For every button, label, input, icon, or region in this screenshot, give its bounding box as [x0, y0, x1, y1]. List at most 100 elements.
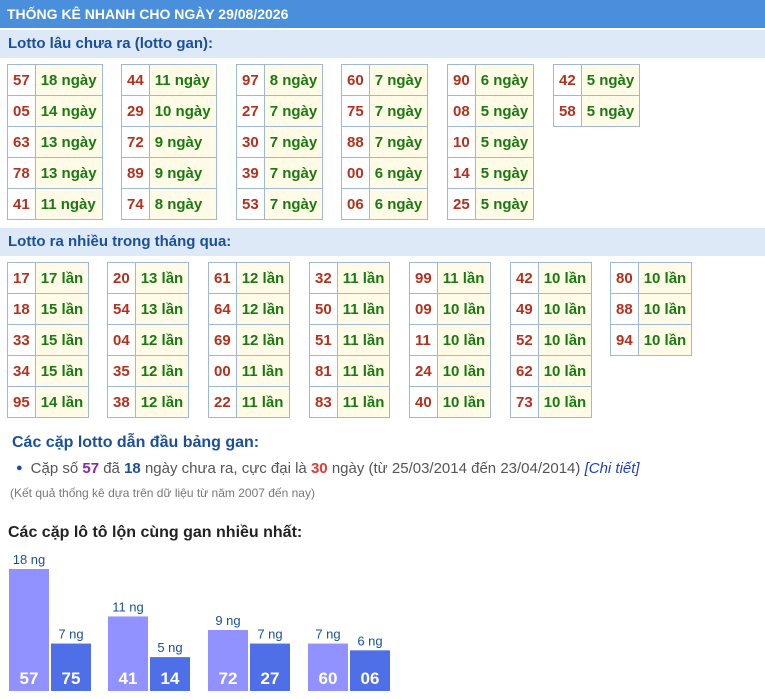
gan-number: 29	[121, 95, 150, 127]
freq-number: 88	[610, 293, 639, 325]
gan-value: 13 ngày	[34, 157, 103, 189]
pair-mid1: đã	[103, 460, 120, 477]
freq-table-3: 61 12 lần 64 12 lần 69 12 lần 00 11 lần 22 11 lần	[208, 262, 291, 418]
table-row: 38 12 lần	[107, 386, 190, 418]
table-row: 14 5 ngày	[447, 157, 535, 189]
gan-table-3: 97 8 ngày 27 7 ngày 30 7 ngày 39 7 ngày 53 7 ngày	[236, 64, 324, 220]
chart-value-label: 5 ng	[157, 640, 182, 655]
gan-number: 53	[236, 188, 265, 220]
page-header: THỐNG KÊ NHANH CHO NGÀY 29/08/2026	[0, 0, 765, 28]
gan-value: 9 ngày	[148, 126, 217, 158]
freq-number: 00	[208, 355, 237, 387]
freq-value: 15 lần	[34, 355, 90, 387]
gan-value: 7 ngày	[263, 157, 324, 189]
table-row: 44 11 ngày	[121, 64, 217, 96]
table-row: 22 11 lần	[208, 386, 291, 418]
table-row: 39 7 ngày	[236, 157, 324, 189]
table-row: 06 6 ngày	[341, 188, 429, 220]
table-row: 90 6 ngày	[447, 64, 535, 96]
freq-number: 40	[409, 386, 438, 418]
gan-value: 7 ngày	[368, 95, 429, 127]
freq-value: 10 lần	[537, 386, 593, 418]
gan-value: 7 ngày	[263, 126, 324, 158]
freq-number: 38	[107, 386, 136, 418]
gan-number: 00	[341, 157, 370, 189]
gan-number: 27	[236, 95, 265, 127]
gan-value: 5 ngày	[474, 188, 535, 220]
table-row: 17 17 lần	[7, 262, 90, 294]
gan-value: 5 ngày	[474, 126, 535, 158]
table-row: 51 11 lần	[309, 324, 391, 356]
table-row: 83 11 lần	[309, 386, 391, 418]
gan-value: 8 ngày	[148, 188, 217, 220]
table-row: 05 14 ngày	[7, 95, 103, 127]
table-row: 49 10 lần	[510, 293, 593, 325]
chart-bar-label: 57	[20, 669, 39, 688]
freq-value: 15 lần	[34, 293, 90, 325]
freq-number: 32	[309, 262, 338, 294]
freq-value: 11 lần	[436, 262, 492, 294]
gan-table-4: 60 7 ngày 75 7 ngày 88 7 ngày 00 6 ngày 06 6 ngày	[341, 64, 429, 220]
table-row: 04 12 lần	[107, 324, 190, 356]
table-row: 57 18 ngày	[7, 64, 103, 96]
table-row: 78 13 ngày	[7, 157, 103, 189]
table-row: 32 11 lần	[309, 262, 391, 294]
gan-value: 10 ngày	[148, 95, 217, 127]
gan-value: 5 ngày	[474, 95, 535, 127]
table-row: 75 7 ngày	[341, 95, 429, 127]
table-row: 58 5 ngày	[553, 95, 641, 127]
freq-number: 50	[309, 293, 338, 325]
freq-number: 22	[208, 386, 237, 418]
gan-value: 6 ngày	[368, 188, 429, 220]
gan-value: 7 ngày	[263, 188, 324, 220]
gan-number: 63	[7, 126, 36, 158]
freq-value: 11 lần	[336, 293, 391, 325]
gan-number: 97	[236, 64, 265, 96]
freq-number: 81	[309, 355, 338, 387]
chart-bar-label: 75	[62, 669, 81, 688]
gan-value: 11 ngày	[34, 188, 103, 220]
pair-summary-line: ● Cặp số 57 đã 18 ngày chưa ra, cực đại l…	[16, 460, 640, 477]
freq-value: 12 lần	[235, 262, 291, 294]
detail-link[interactable]: [Chi tiết]	[585, 460, 640, 477]
table-row: 35 12 lần	[107, 355, 190, 387]
freq-number: 54	[107, 293, 136, 325]
table-row: 94 10 lần	[610, 324, 693, 356]
freq-value: 12 lần	[134, 386, 190, 418]
table-row: 50 11 lần	[309, 293, 391, 325]
chart-bar-label: 60	[319, 669, 338, 688]
gan-number: 41	[7, 188, 36, 220]
table-row: 63 13 ngày	[7, 126, 103, 158]
gan-number: 44	[121, 64, 150, 96]
gan-number: 14	[447, 157, 476, 189]
freq-number: 42	[510, 262, 539, 294]
table-row: 40 10 lần	[409, 386, 492, 418]
chart-value-label: 7 ng	[58, 627, 83, 642]
freq-number: 73	[510, 386, 539, 418]
table-row: 27 7 ngày	[236, 95, 324, 127]
table-row: 64 12 lần	[208, 293, 291, 325]
data-note: (Kết quả thống kê dựa trên dữ liệu từ nă…	[10, 486, 315, 500]
freq-number: 83	[309, 386, 338, 418]
table-row: 97 8 ngày	[236, 64, 324, 96]
freq-number: 80	[610, 262, 639, 294]
freq-number: 95	[7, 386, 36, 418]
freq-number: 17	[7, 262, 36, 294]
gan-value: 5 ngày	[580, 64, 641, 96]
freq-value: 10 lần	[436, 386, 492, 418]
freq-value: 10 lần	[537, 324, 593, 356]
freq-value: 14 lần	[34, 386, 90, 418]
freq-number: 34	[7, 355, 36, 387]
freq-value: 10 lần	[436, 293, 492, 325]
freq-value: 11 lần	[336, 262, 391, 294]
table-row: 72 9 ngày	[121, 126, 217, 158]
gan-number: 72	[121, 126, 150, 158]
freq-value: 13 lần	[134, 293, 190, 325]
table-row: 25 5 ngày	[447, 188, 535, 220]
gan-number: 88	[341, 126, 370, 158]
pair-prefix: Cặp số	[30, 460, 79, 477]
gan-number: 42	[553, 64, 582, 96]
freq-value: 12 lần	[235, 293, 291, 325]
freq-number: 33	[7, 324, 36, 356]
table-row: 18 15 lần	[7, 293, 90, 325]
